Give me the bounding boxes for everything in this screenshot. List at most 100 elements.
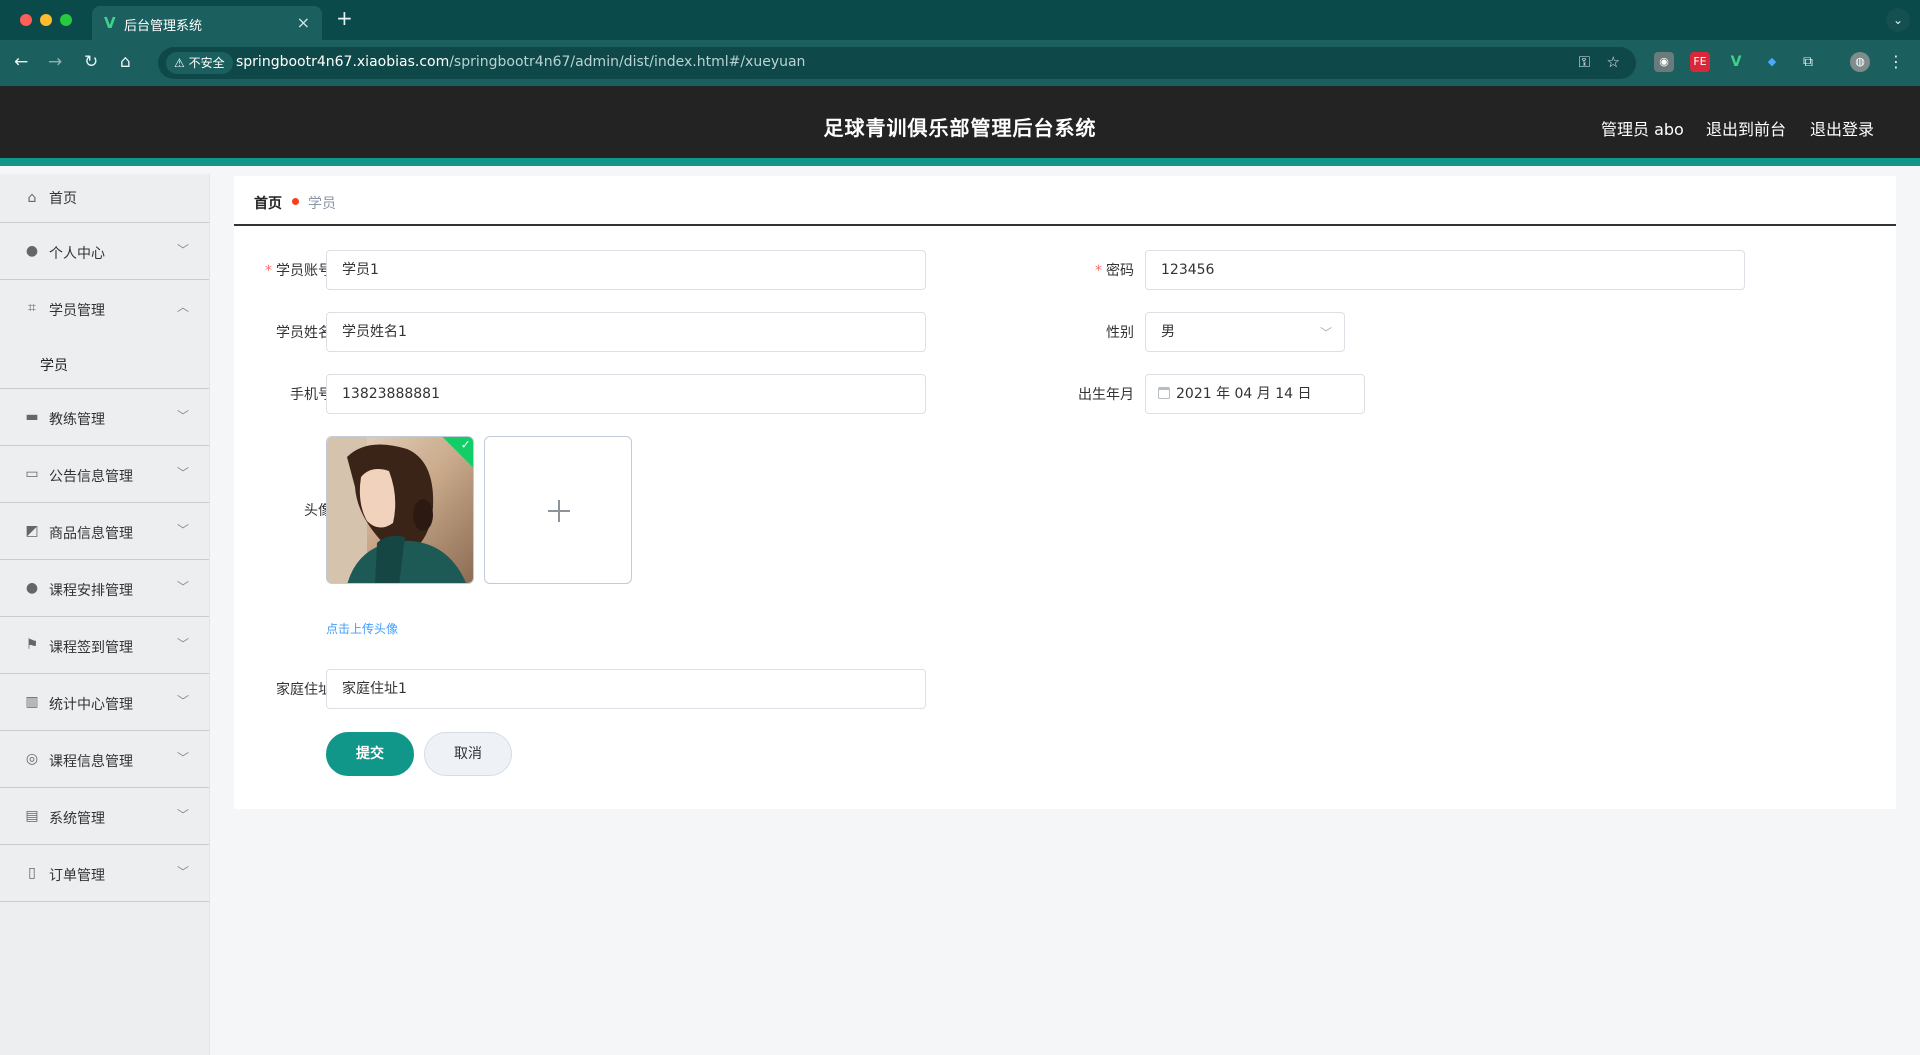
chevron-down-icon: ﹀	[176, 694, 189, 708]
sidebar-item-notice-management[interactable]: ▭ 公告信息管理 ﹀	[0, 446, 209, 503]
sidebar-item-label: 统计中心管理	[49, 697, 133, 713]
gender-label: 性别	[1106, 325, 1134, 341]
name-input[interactable]: 学员姓名1	[326, 312, 926, 352]
sidebar: ⌂ 首页 ● 个人中心 ﹀ ⌗ 学员管理 ︿ 学员 ▬ 教练管理 ﹀ ▭ 公告信…	[0, 174, 210, 1055]
sidebar-item-checkin-management[interactable]: ⚑ 课程签到管理 ﹀	[0, 617, 209, 674]
submit-button[interactable]: 提交	[326, 732, 414, 776]
check-icon: ✓	[460, 437, 471, 452]
chevron-down-icon: ﹀	[176, 466, 189, 480]
extension-owl-icon[interactable]: ◉	[1654, 52, 1674, 72]
password-input[interactable]: 123456	[1145, 250, 1745, 290]
browser-tab[interactable]: V 后台管理系统 ×	[92, 6, 322, 40]
breadcrumb: 首页 学员	[234, 176, 1896, 226]
sidebar-item-label: 个人中心	[49, 246, 105, 262]
close-window-button[interactable]	[20, 14, 32, 26]
sidebar-item-system-management[interactable]: ▤ 系统管理 ﹀	[0, 788, 209, 845]
extensions-puzzle-icon[interactable]: ⧉	[1798, 52, 1818, 72]
plus-icon-vertical	[558, 500, 560, 522]
crop-icon: ⌗	[28, 300, 36, 316]
mic-icon: ▯	[28, 865, 36, 881]
account-input[interactable]: 学员1	[326, 250, 926, 290]
main-panel: 首页 学员 * 学员账号 学员1 * 密码 123456 学员姓名 学员姓名1 性别…	[234, 176, 1896, 809]
chart-icon: ◩	[25, 523, 39, 539]
browser-menu-icon[interactable]: ⋮	[1886, 52, 1906, 72]
extension-vue-icon[interactable]: V	[1726, 52, 1746, 72]
id-card-icon: ▭	[25, 466, 39, 482]
chevron-up-icon: ︿	[176, 300, 189, 314]
sidebar-item-statistics-management[interactable]: ▥ 统计中心管理 ﹀	[0, 674, 209, 731]
home-icon[interactable]: ⌂	[120, 52, 131, 72]
briefcase-icon: ▬	[25, 409, 39, 425]
sidebar-item-label: 公告信息管理	[49, 469, 133, 485]
birth-date-picker[interactable]: 2021 年 04 月 14 日	[1145, 374, 1365, 414]
sidebar-item-order-management[interactable]: ▯ 订单管理 ﹀	[0, 845, 209, 902]
compass-icon: ◎	[25, 751, 39, 767]
vue-logo-icon: V	[104, 14, 116, 32]
url-text: springbootr4n67.xiaobias.com/springbootr…	[236, 54, 805, 70]
close-tab-icon[interactable]: ×	[297, 13, 310, 32]
url-host: springbootr4n67.xiaobias.com	[236, 54, 450, 70]
chevron-down-icon: ﹀	[176, 637, 189, 651]
chevron-down-icon: ﹀	[1319, 326, 1332, 340]
browser-address-bar: ← → ↻ ⌂ ⚠ 不安全 springbootr4n67.xiaobias.c…	[0, 40, 1920, 86]
sidebar-item-personal-center[interactable]: ● 个人中心 ﹀	[0, 223, 209, 280]
sidebar-subitem-label: 学员	[40, 358, 68, 374]
minimize-window-button[interactable]	[40, 14, 52, 26]
chevron-down-icon: ﹀	[176, 409, 189, 423]
password-key-icon[interactable]: ⚿	[1579, 53, 1590, 71]
sidebar-item-product-management[interactable]: ◩ 商品信息管理 ﹀	[0, 503, 209, 560]
breadcrumb-home[interactable]: 首页	[254, 193, 282, 213]
breadcrumb-separator-dot	[292, 198, 299, 205]
chevron-down-icon: ﹀	[176, 865, 189, 879]
extension-pin-icon[interactable]: ◆	[1762, 52, 1782, 72]
avatar-upload-button[interactable]	[484, 436, 632, 584]
chevron-down-icon: ﹀	[176, 523, 189, 537]
password-label: * 密码	[1095, 263, 1134, 279]
browser-tab-bar: V 后台管理系统 × + ⌄	[0, 0, 1920, 40]
sidebar-item-label: 教练管理	[49, 412, 105, 428]
back-icon[interactable]: ←	[14, 52, 28, 72]
sidebar-item-home[interactable]: ⌂ 首页	[0, 174, 209, 223]
avatar-image	[327, 437, 473, 583]
logout-link[interactable]: 退出登录	[1810, 116, 1874, 140]
avatar-label: 头像	[304, 503, 332, 519]
insecure-label: 不安全	[188, 56, 225, 70]
address-label: 家庭住址	[276, 682, 332, 698]
sidebar-item-label: 首页	[49, 191, 77, 207]
sidebar-item-coach-management[interactable]: ▬ 教练管理 ﹀	[0, 389, 209, 446]
avatar-thumbnail[interactable]: ✓	[326, 436, 474, 584]
cancel-button[interactable]: 取消	[424, 732, 512, 776]
password-label-text: 密码	[1106, 263, 1134, 279]
url-input[interactable]: ⚠ 不安全 springbootr4n67.xiaobias.com/sprin…	[158, 47, 1636, 79]
sidebar-item-label: 订单管理	[49, 868, 105, 884]
forward-icon[interactable]: →	[48, 52, 62, 72]
sidebar-item-student-management[interactable]: ⌗ 学员管理 ︿	[0, 280, 209, 337]
name-label: 学员姓名	[276, 325, 332, 341]
birth-date-value: 2021 年 04 月 14 日	[1176, 386, 1312, 402]
sidebar-item-label: 课程签到管理	[49, 640, 133, 656]
chevron-down-icon: ﹀	[176, 808, 189, 822]
sidebar-item-label: 课程信息管理	[49, 754, 133, 770]
phone-input[interactable]: 13823888881	[326, 374, 926, 414]
upload-tip[interactable]: 点击上传头像	[326, 620, 398, 637]
sidebar-item-course-schedule-management[interactable]: ● 课程安排管理 ﹀	[0, 560, 209, 617]
maximize-window-button[interactable]	[60, 14, 72, 26]
tab-search-icon[interactable]: ⌄	[1886, 8, 1910, 32]
sidebar-item-label: 商品信息管理	[49, 526, 133, 542]
profile-avatar[interactable]: ◍	[1850, 52, 1870, 72]
sidebar-subitem-student[interactable]: 学员	[0, 337, 209, 389]
gender-select[interactable]: 男 ﹀	[1145, 312, 1345, 352]
app-header: 足球青训俱乐部管理后台系统 管理员 abo 退出到前台 退出登录	[0, 86, 1920, 166]
sidebar-item-course-info-management[interactable]: ◎ 课程信息管理 ﹀	[0, 731, 209, 788]
exit-to-front-link[interactable]: 退出到前台	[1706, 116, 1786, 140]
user-icon: ●	[25, 580, 39, 596]
reload-icon[interactable]: ↻	[84, 52, 98, 72]
insecure-badge[interactable]: ⚠ 不安全	[166, 52, 233, 74]
bookmark-star-icon[interactable]: ☆	[1607, 53, 1620, 71]
extension-fe-icon[interactable]: FE	[1690, 52, 1710, 72]
new-tab-icon[interactable]: +	[336, 6, 353, 30]
address-input[interactable]: 家庭住址1	[326, 669, 926, 709]
chevron-down-icon: ﹀	[176, 580, 189, 594]
account-label-text: 学员账号	[276, 263, 332, 279]
tab-title: 后台管理系统	[124, 19, 203, 34]
